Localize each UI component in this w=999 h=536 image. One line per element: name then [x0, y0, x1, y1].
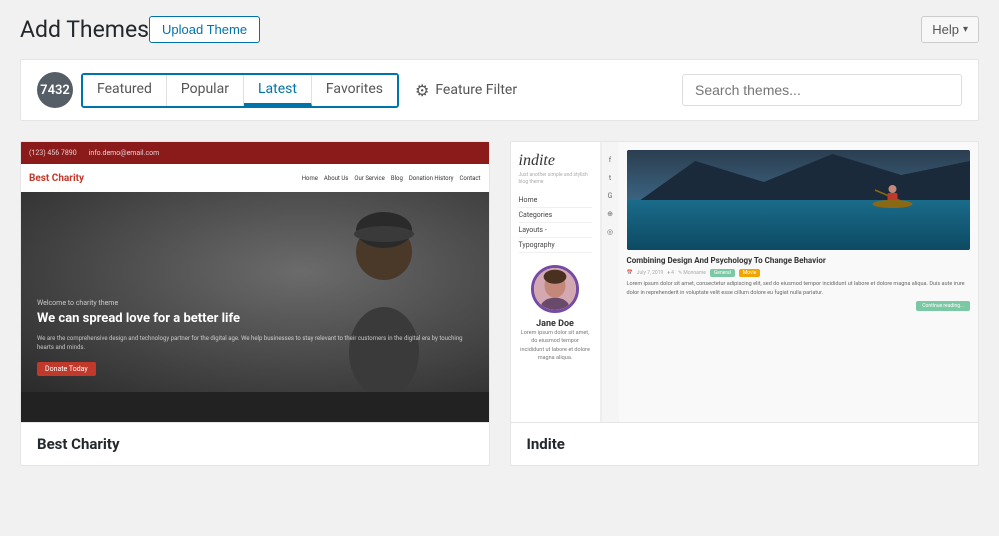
- tab-group: Featured Popular Latest Favorites: [81, 73, 399, 108]
- indite-post-title: Combining Design And Psychology To Chang…: [627, 256, 971, 266]
- bc-nav-home: Home: [302, 175, 318, 182]
- indite-post-text: Lorem ipsum dolor sit amet, consectetur …: [627, 280, 971, 297]
- help-button[interactable]: Help ▾: [921, 16, 979, 43]
- indite-post-image: [627, 150, 971, 250]
- indite-post-meta: 📅 July 7, 2019 ♦ 4 ✎ Monname General Mov…: [627, 269, 971, 277]
- indite-tagline: Just another simple and stylish blog the…: [519, 172, 592, 185]
- indite-logo: indite: [519, 152, 592, 170]
- feature-filter-label: Feature Filter: [435, 82, 517, 98]
- bc-phone: (123) 456 7890: [29, 149, 77, 157]
- search-input[interactable]: [682, 74, 962, 106]
- tab-featured[interactable]: Featured: [83, 75, 167, 106]
- tag-general: General: [710, 269, 735, 277]
- indite-nav-categories: Categories: [519, 208, 592, 223]
- theme-count-badge: 7432: [37, 72, 73, 108]
- bc-nav-service: Our Service: [354, 175, 384, 182]
- bc-nav-donation: Donation History: [409, 175, 454, 182]
- indite-profile-name: Jane Doe: [519, 319, 592, 329]
- tab-popular[interactable]: Popular: [167, 75, 244, 106]
- theme-info-indite: Indite: [511, 422, 979, 465]
- bc-nav-blog: Blog: [391, 175, 403, 182]
- bc-email: info.demo@email.com: [89, 149, 160, 157]
- page-title: Add Themes: [20, 16, 149, 43]
- theme-card-best-charity: (123) 456 7890 info.demo@email.com Best …: [20, 141, 490, 466]
- bc-hero-title: We can spread love for a better life: [37, 311, 473, 328]
- theme-name-indite: Indite: [527, 435, 963, 453]
- instagram-icon: ⊕: [607, 210, 613, 218]
- bc-nav-links: Home About Us Our Service Blog Donation …: [302, 175, 481, 182]
- indite-sidebar: indite Just another simple and stylish b…: [511, 142, 601, 422]
- theme-screenshot-indite: indite Just another simple and stylish b…: [511, 142, 979, 422]
- bc-nav-about: About Us: [324, 175, 348, 182]
- indite-social-strip: f t G ⊕ ◎: [601, 142, 619, 422]
- indite-profile-bio: Lorem ipsum dolor sit amet, do eiusmod t…: [519, 329, 592, 362]
- author: ✎ Monname: [678, 270, 706, 276]
- indite-nav-home: Home: [519, 193, 592, 208]
- theme-card-indite: indite Just another simple and stylish b…: [510, 141, 980, 466]
- indite-nav-typography: Typography: [519, 238, 592, 253]
- upload-theme-button[interactable]: Upload Theme: [149, 16, 260, 43]
- themes-grid: (123) 456 7890 info.demo@email.com Best …: [20, 141, 979, 466]
- indite-nav-layouts: Layouts -: [519, 223, 592, 238]
- bc-topbar: (123) 456 7890 info.demo@email.com: [21, 142, 489, 164]
- gear-icon: ⚙: [415, 81, 429, 100]
- tag-movie: Movie: [739, 269, 760, 277]
- bc-hero-content: Welcome to charity theme We can spread l…: [37, 299, 473, 376]
- bc-nav: Best Charity Home About Us Our Service B…: [21, 164, 489, 192]
- indite-profile-area: Jane Doe Lorem ipsum dolor sit amet, do …: [519, 265, 592, 362]
- theme-name-best-charity: Best Charity: [37, 435, 473, 453]
- calendar-icon: 📅: [627, 270, 633, 276]
- facebook-icon: f: [609, 156, 611, 164]
- continue-reading-button: Continue reading...: [916, 301, 970, 311]
- tab-latest[interactable]: Latest: [244, 75, 312, 106]
- theme-screenshot-best-charity: (123) 456 7890 info.demo@email.com Best …: [21, 142, 489, 422]
- bc-donate-button: Donate Today: [37, 362, 96, 376]
- filter-bar: 7432 Featured Popular Latest Favorites ⚙…: [20, 59, 979, 121]
- github-icon: ◎: [607, 228, 613, 236]
- comment-count: ♦ 4: [667, 270, 674, 276]
- google-icon: G: [608, 192, 613, 200]
- feature-filter[interactable]: ⚙ Feature Filter: [415, 81, 517, 100]
- tab-favorites[interactable]: Favorites: [312, 75, 397, 106]
- bc-nav-contact: Contact: [460, 175, 481, 182]
- bc-hero-text: We are the comprehensive design and tech…: [37, 334, 473, 352]
- help-label: Help: [932, 22, 959, 37]
- bc-logo: Best Charity: [29, 173, 84, 184]
- indite-main-content: Combining Design And Psychology To Chang…: [619, 142, 979, 422]
- chevron-down-icon: ▾: [963, 24, 968, 35]
- bc-hero-label: Welcome to charity theme: [37, 299, 473, 307]
- bc-hero: Welcome to charity theme We can spread l…: [21, 192, 489, 392]
- theme-info-best-charity: Best Charity: [21, 422, 489, 465]
- indite-avatar: [531, 265, 579, 313]
- twitter-icon: t: [609, 174, 611, 182]
- post-date: July 7, 2019: [637, 270, 664, 276]
